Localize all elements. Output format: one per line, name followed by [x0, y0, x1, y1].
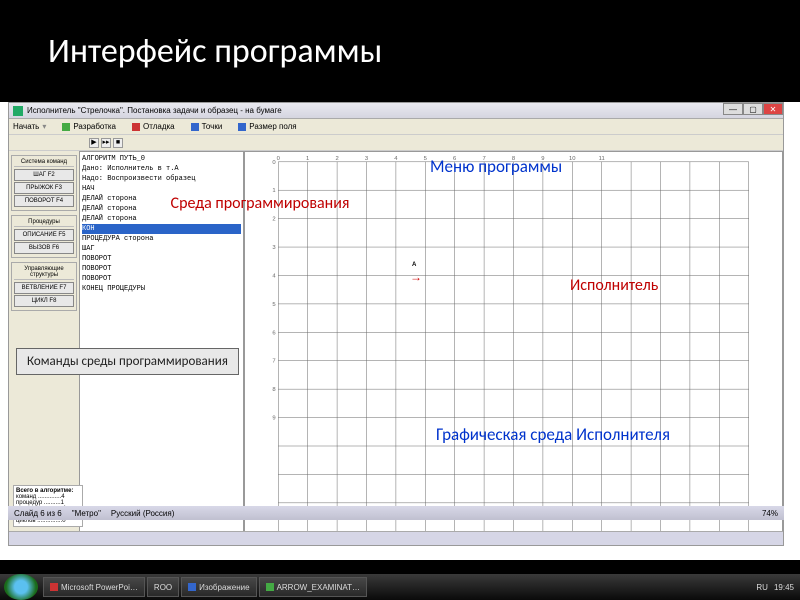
- svg-text:4: 4: [394, 156, 398, 162]
- svg-text:7: 7: [272, 359, 275, 365]
- svg-text:9: 9: [272, 416, 275, 422]
- zoom-level[interactable]: 74%: [762, 509, 778, 518]
- code-line[interactable]: НАЧ: [82, 184, 241, 194]
- performer-arrow-icon: →: [410, 270, 422, 284]
- dev-icon: [62, 123, 70, 131]
- menu-dev[interactable]: Разработка: [62, 122, 116, 131]
- svg-text:2: 2: [272, 217, 275, 223]
- menu-size[interactable]: Размер поля: [238, 122, 296, 131]
- start-button[interactable]: [4, 574, 38, 600]
- menu-bar: Начать▾ Разработка Отладка Точки Размер …: [9, 119, 783, 135]
- svg-text:3: 3: [272, 245, 276, 251]
- app-statusbar: [9, 531, 783, 545]
- code-line[interactable]: ДЕЛАЙ сторона: [82, 214, 241, 224]
- group-title: Процедуры: [14, 218, 74, 227]
- tray-lang[interactable]: RU: [756, 583, 768, 592]
- menu-debug[interactable]: Отладка: [132, 122, 175, 131]
- btn-describe[interactable]: ОПИСАНИЕ F5: [14, 229, 74, 241]
- annot-commands: Команды среды программирования: [16, 348, 239, 375]
- debug-icon: [132, 123, 140, 131]
- code-line[interactable]: ПРОЦЕДУРА сторона: [82, 234, 241, 244]
- play-button[interactable]: ▶: [89, 138, 99, 148]
- menu-start[interactable]: Начать▾: [13, 122, 46, 131]
- arrow-app-icon: [266, 583, 274, 591]
- svg-text:6: 6: [272, 330, 276, 336]
- app-window: Исполнитель "Стрелочка". Постановка зада…: [8, 102, 784, 546]
- annot-env: Среда программирования: [170, 194, 350, 213]
- group-procedures: Процедуры ОПИСАНИЕ F5 ВЫЗОВ F6: [11, 215, 77, 258]
- minimize-button[interactable]: —: [723, 103, 743, 115]
- step-button[interactable]: ▸▸: [101, 138, 111, 148]
- btn-loop[interactable]: ЦИКЛ F8: [14, 295, 74, 307]
- code-line[interactable]: ПОВОРОТ: [82, 274, 241, 284]
- svg-text:0: 0: [277, 156, 281, 162]
- toolbar: ▶ ▸▸ ■: [9, 135, 783, 151]
- code-line[interactable]: ШАГ: [82, 244, 241, 254]
- svg-text:8: 8: [272, 387, 276, 393]
- page-title: Интерфейс программы: [48, 31, 382, 72]
- task-roo[interactable]: ROO: [147, 577, 179, 597]
- group-control: Управляющие структуры ВЕТВЛЕНИЕ F7 ЦИКЛ …: [11, 262, 77, 311]
- powerpoint-statusbar: Слайд 6 из 6 "Метро" Русский (Россия) 74…: [8, 506, 784, 520]
- annot-grid: Графическая среда Исполнителя: [436, 424, 670, 445]
- code-line[interactable]: АЛГОРИТМ ПУТЬ_0: [82, 154, 241, 164]
- title-banner: Интерфейс программы: [0, 0, 800, 102]
- code-line[interactable]: Дано: Исполнитель в т.А: [82, 164, 241, 174]
- task-powerpoint[interactable]: Microsoft PowerPoi…: [43, 577, 145, 597]
- theme-name: "Метро": [72, 509, 101, 518]
- group-commands: Система команд ШАГ F2 ПРЫЖОК F3 ПОВОРОТ …: [11, 155, 77, 211]
- points-icon: [191, 123, 199, 131]
- code-line[interactable]: ПОВОРОТ: [82, 254, 241, 264]
- stop-button[interactable]: ■: [113, 138, 123, 148]
- title-bar: Исполнитель "Стрелочка". Постановка зада…: [9, 103, 783, 119]
- img-icon: [188, 583, 196, 591]
- svg-text:2: 2: [335, 156, 338, 162]
- btn-call[interactable]: ВЫЗОВ F6: [14, 242, 74, 254]
- svg-text:5: 5: [424, 156, 428, 162]
- code-line-selected[interactable]: КОН: [82, 224, 241, 234]
- svg-text:11: 11: [599, 156, 605, 162]
- windows-taskbar[interactable]: Microsoft PowerPoi… ROO Изображение ARRO…: [0, 574, 800, 600]
- task-arrow[interactable]: ARROW_EXAMINAT…: [259, 577, 367, 597]
- system-tray[interactable]: RU 19:45: [750, 583, 800, 592]
- ppt-icon: [50, 583, 58, 591]
- window-title: Исполнитель "Стрелочка". Постановка зада…: [27, 106, 282, 115]
- annot-menu: Меню программы: [430, 156, 562, 177]
- code-line[interactable]: Надо: Воспроизвести образец: [82, 174, 241, 184]
- svg-text:3: 3: [365, 156, 369, 162]
- language: Русский (Россия): [111, 509, 174, 518]
- code-line[interactable]: КОНЕЦ ПРОЦЕДУРЫ: [82, 284, 241, 294]
- maximize-button[interactable]: ▢: [743, 103, 763, 115]
- btn-jump[interactable]: ПРЫЖОК F3: [14, 182, 74, 194]
- svg-text:1: 1: [306, 156, 309, 162]
- size-icon: [238, 123, 246, 131]
- close-button[interactable]: ✕: [763, 103, 783, 115]
- group-title: Система команд: [14, 158, 74, 167]
- app-icon: [13, 106, 23, 116]
- btn-step[interactable]: ШАГ F2: [14, 169, 74, 181]
- task-image[interactable]: Изображение: [181, 577, 256, 597]
- btn-rotate[interactable]: ПОВОРОТ F4: [14, 195, 74, 207]
- svg-text:5: 5: [272, 302, 276, 308]
- menu-points[interactable]: Точки: [191, 122, 223, 131]
- annot-performer: Исполнитель: [570, 276, 658, 295]
- svg-text:10: 10: [569, 156, 576, 162]
- code-line[interactable]: ПОВОРОТ: [82, 264, 241, 274]
- slide-counter: Слайд 6 из 6: [14, 509, 62, 518]
- group-title: Управляющие структуры: [14, 265, 74, 280]
- svg-text:4: 4: [272, 273, 276, 279]
- btn-branch[interactable]: ВЕТВЛЕНИЕ F7: [14, 282, 74, 294]
- tray-clock: 19:45: [774, 583, 794, 592]
